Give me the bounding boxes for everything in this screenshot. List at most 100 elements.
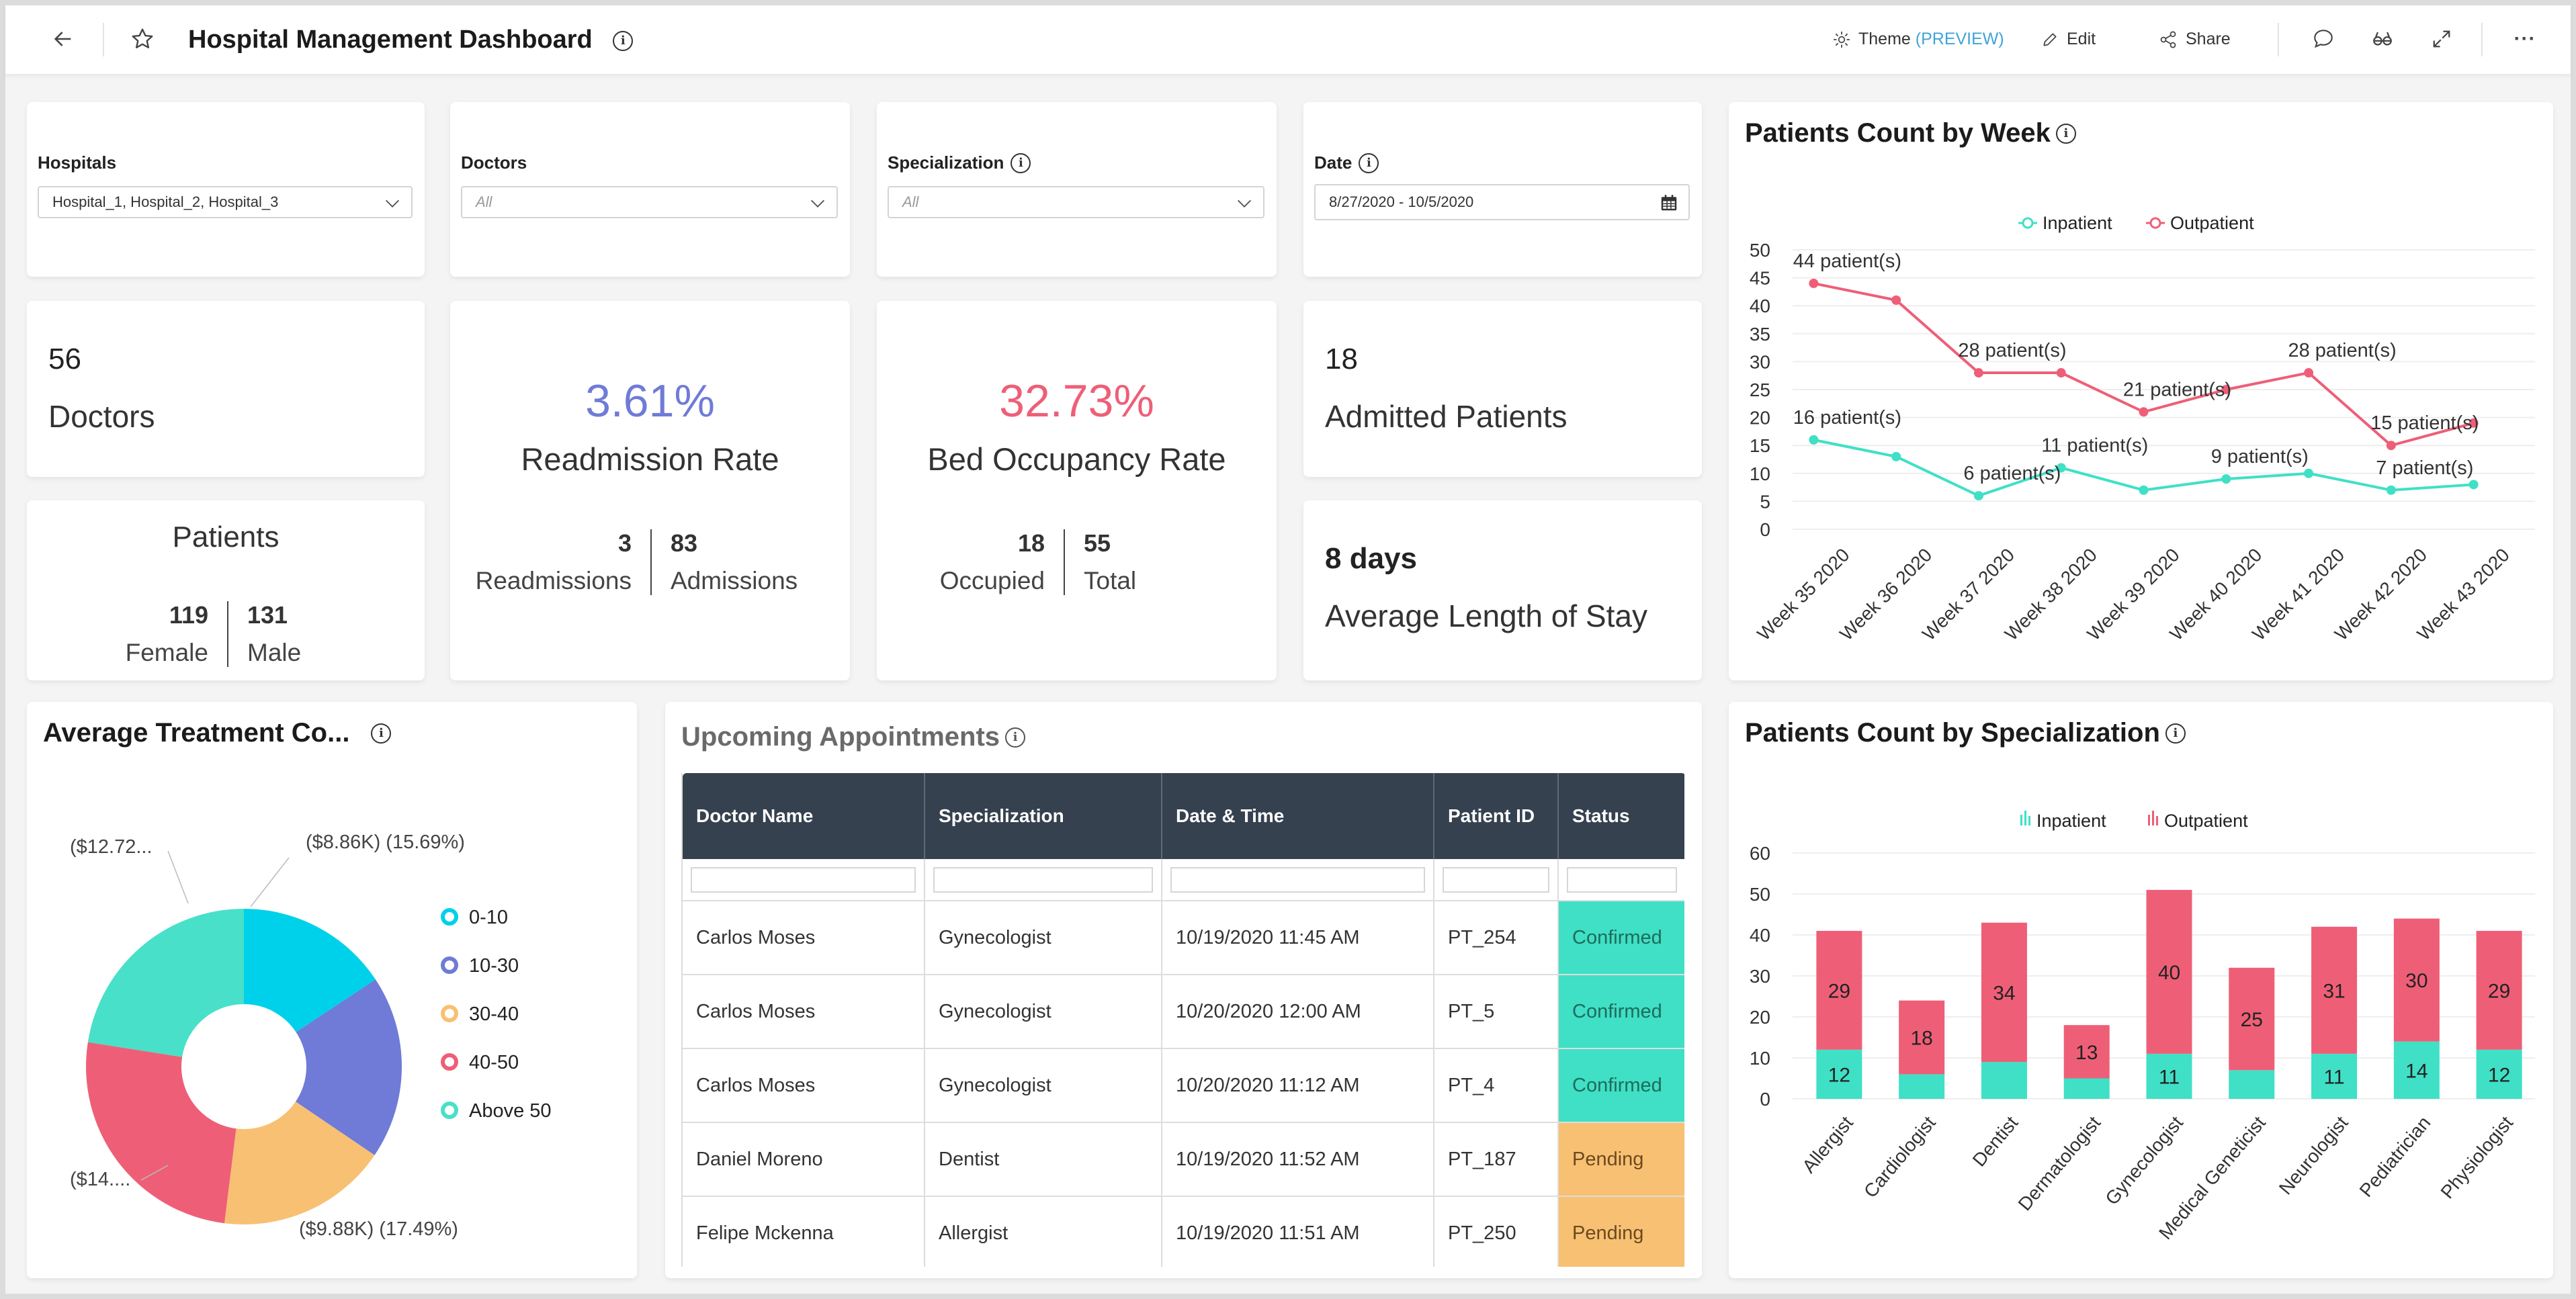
- y-tick-label: 10: [1750, 1048, 1770, 1069]
- date-time-cell: 10/20/2020 11:12 AM: [1162, 1048, 1434, 1123]
- y-tick-label: 30: [1750, 351, 1770, 372]
- legend-item[interactable]: 40-50: [441, 1052, 519, 1073]
- doctors-count: 56: [48, 343, 81, 375]
- column-header-specialization[interactable]: Specialization: [925, 773, 1162, 859]
- legend-marker-inpatient: [2022, 217, 2034, 229]
- info-icon[interactable]: i: [613, 30, 634, 51]
- info-icon[interactable]: i: [1011, 152, 1031, 173]
- legend-label-inpatient: Inpatient: [2043, 213, 2112, 233]
- info-icon[interactable]: i: [1005, 727, 1026, 748]
- date-range-input[interactable]: 8/27/2020 - 10/5/2020: [1314, 184, 1690, 220]
- edit-button[interactable]: Edit: [2041, 30, 2096, 49]
- readmissions-count: 3: [617, 529, 632, 557]
- legend-donut-marker: [441, 1053, 458, 1071]
- specialization-select[interactable]: All: [888, 186, 1264, 218]
- divider: [103, 23, 104, 56]
- info-icon[interactable]: i: [1359, 152, 1379, 173]
- table-row[interactable]: Carlos Moses Gynecologist 10/20/2020 11:12…: [683, 1048, 1684, 1123]
- chart-legend: Inpatient Outpatient: [2020, 811, 2248, 831]
- data-label: 44 patient(s): [1793, 251, 1901, 272]
- legend-donut-marker: [441, 1005, 458, 1022]
- doctor-name-cell: Carlos Moses: [683, 1048, 925, 1123]
- specialization-filter-label: Specialization i: [888, 152, 1031, 173]
- column-header-date-time[interactable]: Date & Time: [1162, 773, 1434, 859]
- patients-by-week-card: Patients Count by Week i Inpatient Outpat…: [1729, 102, 2553, 680]
- appointments-table-wrap: Doctor Name Specialization Date & Time P…: [681, 773, 1684, 1267]
- hospitals-select-value: Hospital_1, Hospital_2, Hospital_3: [52, 193, 279, 210]
- date-time-filter-input[interactable]: [1170, 866, 1425, 893]
- data-point-outpatient: [2304, 368, 2314, 378]
- readmission-split: 3 Readmissions 83 Admissions: [450, 529, 816, 595]
- bar-value-label: 12: [2488, 1064, 2510, 1086]
- expand-icon[interactable]: [2428, 26, 2455, 52]
- male-count: 131: [247, 601, 288, 629]
- preview-badge: (PREVIEW): [1915, 30, 2004, 48]
- back-arrow-icon[interactable]: [50, 26, 77, 52]
- status-cell: Confirmed: [1558, 901, 1684, 975]
- upcoming-appointments-title-text: Upcoming Appointments: [681, 722, 1000, 752]
- star-icon[interactable]: [129, 26, 156, 52]
- data-point-outpatient: [2139, 407, 2149, 417]
- table-header-row: Doctor Name Specialization Date & Time P…: [683, 773, 1684, 859]
- legend-bar-glyph: [2152, 811, 2154, 825]
- y-tick-label: 0: [1760, 1089, 1770, 1110]
- date-time-cell: 10/19/2020 11:51 AM: [1162, 1196, 1434, 1267]
- legend-bar-glyph: [2156, 816, 2158, 825]
- table-row[interactable]: Carlos Moses Gynecologist 10/20/2020 12:00…: [683, 975, 1684, 1049]
- specialization-filter-input[interactable]: [933, 866, 1153, 893]
- female-count: 119: [169, 601, 208, 629]
- chevron-down-icon: [386, 199, 399, 208]
- bar-inpatient[interactable]: [2063, 1078, 2110, 1100]
- status-filter-input[interactable]: [1567, 866, 1677, 893]
- data-point-inpatient: [2139, 485, 2149, 495]
- legend-item[interactable]: Above 50: [441, 1100, 552, 1122]
- admissions-count: 83: [671, 529, 698, 557]
- calendar-icon[interactable]: [1659, 193, 1679, 213]
- table-row[interactable]: Felipe Mckenna Allergist 10/19/2020 11:51 …: [683, 1196, 1684, 1267]
- doctor-name-cell: Carlos Moses: [683, 975, 925, 1049]
- data-point-outpatient: [1973, 368, 1983, 378]
- doctor-name-filter-input[interactable]: [691, 866, 916, 893]
- glasses-icon[interactable]: [2369, 26, 2396, 52]
- doctor-name-cell: Daniel Moreno: [683, 1122, 925, 1197]
- slice-label-connector: [167, 850, 189, 904]
- bar-inpatient[interactable]: [1981, 1062, 2027, 1099]
- occupied-column: 18 Occupied: [877, 529, 1065, 595]
- female-column: 119 Female: [94, 601, 228, 667]
- data-point-inpatient: [2468, 480, 2479, 490]
- bar-inpatient[interactable]: [2229, 1070, 2275, 1099]
- table-row[interactable]: Carlos Moses Gynecologist 10/19/2020 11:45…: [683, 901, 1684, 975]
- x-tick-label: Neurologist: [2275, 1112, 2352, 1199]
- table-row[interactable]: Daniel Moreno Dentist 10/19/2020 11:52 AM P…: [683, 1122, 1684, 1197]
- legend-item[interactable]: 30-40: [441, 1003, 519, 1025]
- date-range-value: 8/27/2020 - 10/5/2020: [1329, 193, 1474, 210]
- theme-button[interactable]: Theme (PREVIEW): [1833, 30, 2004, 49]
- filter-cell: [1434, 859, 1559, 901]
- column-header-status[interactable]: Status: [1558, 773, 1684, 859]
- doctors-select[interactable]: All: [461, 186, 838, 218]
- bar-value-label: 30: [2405, 970, 2428, 992]
- share-icon: [2160, 30, 2176, 48]
- legend-item[interactable]: 10-30: [441, 955, 519, 977]
- column-header-doctor-name[interactable]: Doctor Name: [683, 773, 925, 859]
- data-label: 6 patient(s): [1963, 463, 2061, 484]
- share-button[interactable]: Share: [2159, 30, 2231, 49]
- column-header-patient-id[interactable]: Patient ID: [1434, 773, 1559, 859]
- patients-title: Patients: [172, 521, 280, 553]
- doctors-label-text: Doctors: [461, 152, 527, 173]
- specialization-label-text: Specialization: [888, 152, 1004, 173]
- more-options-icon[interactable]: ···: [2511, 26, 2538, 52]
- patient-id-filter-input[interactable]: [1443, 866, 1549, 893]
- bar-inpatient[interactable]: [1899, 1074, 1945, 1099]
- doctors-filter-card: Doctors All: [450, 102, 850, 277]
- donut-slice-40-50: [85, 1042, 237, 1224]
- avg-stay-value: 8 days: [1325, 542, 1417, 575]
- comment-icon[interactable]: [2310, 26, 2337, 52]
- x-tick-label: Pediatrician: [2356, 1112, 2435, 1201]
- data-point-inpatient: [1809, 435, 1819, 445]
- hospitals-select[interactable]: Hospital_1, Hospital_2, Hospital_3: [38, 186, 413, 218]
- occupied-label: Occupied: [939, 567, 1045, 594]
- slice-label: ($14....: [70, 1169, 130, 1190]
- y-tick-label: 5: [1760, 491, 1770, 512]
- legend-item[interactable]: 0-10: [441, 907, 508, 928]
